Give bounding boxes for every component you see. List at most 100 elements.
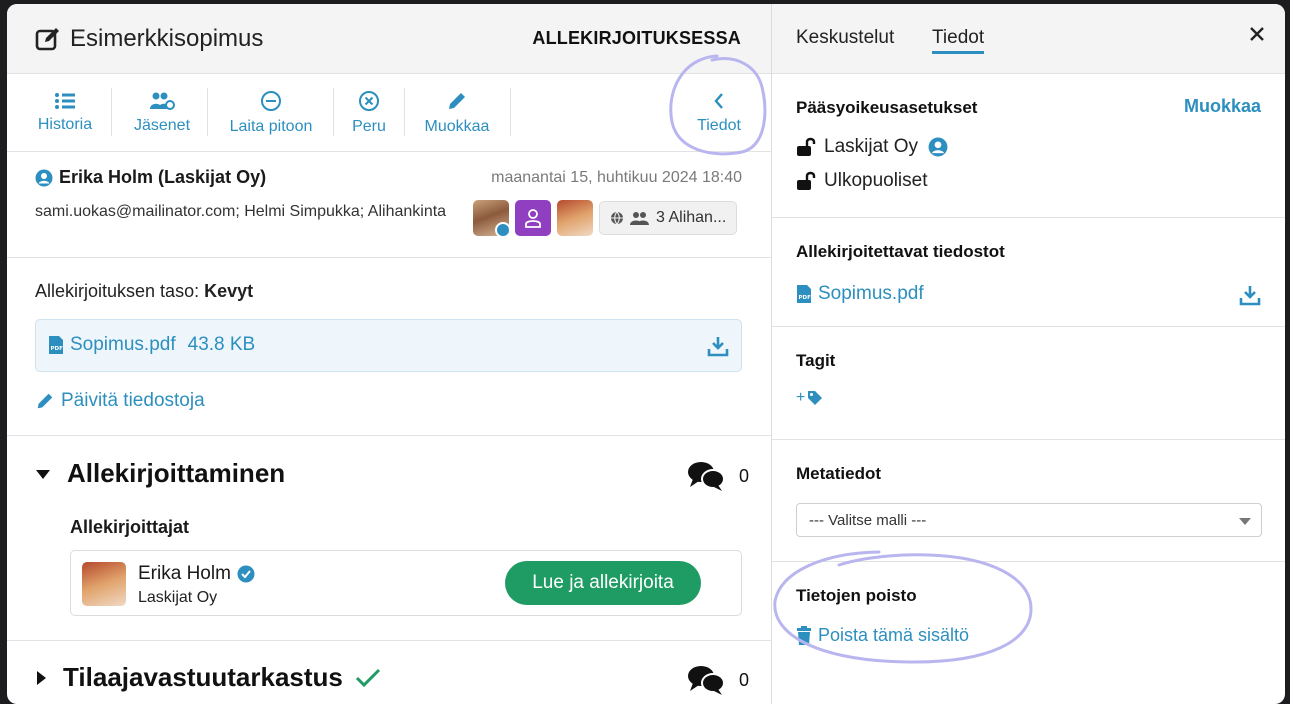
status-label: ALLEKIRJOITUKSESSA xyxy=(532,28,741,48)
put-on-hold-label: Laita pitoon xyxy=(229,118,313,135)
tag-icon xyxy=(808,391,823,405)
signer-name-row: Erika Holm xyxy=(138,563,255,585)
access-edit-link[interactable]: Muokkaa xyxy=(1184,96,1261,117)
pencil-icon xyxy=(449,93,465,109)
template-select[interactable]: --- Valitse malli --- xyxy=(796,503,1262,537)
unlock-icon xyxy=(797,137,816,156)
tags-title: Tagit xyxy=(796,351,836,370)
access-row-label: Ulkopuoliset xyxy=(824,170,928,191)
add-tag-button[interactable]: + xyxy=(796,389,823,407)
put-on-hold-button[interactable]: Laita pitoon xyxy=(223,74,319,152)
user-badge-icon xyxy=(495,222,509,236)
access-row: Ulkopuoliset xyxy=(796,170,928,192)
cancel-button[interactable]: Peru xyxy=(345,74,393,152)
file-size: 43.8 KB xyxy=(187,334,256,355)
access-settings-section: Pääsyoikeusasetukset Muokkaa Laskijat Oy… xyxy=(772,74,1285,218)
members-button[interactable]: Jäsenet xyxy=(127,74,197,152)
trash-icon xyxy=(797,625,811,645)
edit-label: Muokkaa xyxy=(424,118,490,135)
users-gear-icon xyxy=(150,92,175,110)
download-icon[interactable] xyxy=(707,335,729,362)
signer-name: Erika Holm xyxy=(138,563,231,584)
review-section-title: Tilaajavastuutarkastus xyxy=(63,662,343,692)
add-tag-label: + xyxy=(796,389,806,406)
template-select-value: --- Valitse malli --- xyxy=(809,512,927,529)
review-section-toggle[interactable]: Tilaajavastuutarkastus xyxy=(35,662,381,693)
data-deletion-section: Tietojen poisto Poista tämä sisältö xyxy=(772,562,1285,704)
globe-icon xyxy=(611,211,623,225)
details-sidebar: Keskustelut Tiedot Pääsyoikeusasetukset … xyxy=(772,4,1285,704)
history-button[interactable]: Historia xyxy=(35,74,95,152)
signer-org: Laskijat Oy xyxy=(138,589,218,606)
attached-file: PDF Sopimus.pdf 43.8 KB xyxy=(35,319,742,372)
signature-level-label: Allekirjoituksen taso: xyxy=(35,281,200,301)
pencil-icon xyxy=(37,393,53,409)
signing-section-title: Allekirjoittaminen xyxy=(67,458,286,488)
chevron-left-icon xyxy=(714,93,723,109)
toolbar-divider xyxy=(207,88,208,136)
user-outline-icon xyxy=(525,209,541,228)
review-comments[interactable]: 0 xyxy=(687,664,749,696)
download-icon[interactable] xyxy=(1239,284,1261,311)
toolbar-divider xyxy=(510,88,511,136)
minus-circle-icon xyxy=(261,91,281,111)
tab-details[interactable]: Tiedot xyxy=(932,27,985,54)
tags-section: Tagit + xyxy=(772,327,1285,440)
signature-level-value: Kevyt xyxy=(204,281,254,301)
toolbar-divider xyxy=(404,88,405,136)
signing-comments[interactable]: 0 xyxy=(687,460,749,492)
update-files-label: Päivitä tiedostoja xyxy=(61,390,205,411)
signers-label: Allekirjoittajat xyxy=(70,517,190,537)
signable-files-title: Allekirjoitettavat tiedostot xyxy=(796,242,1005,261)
metadata-section: Metatiedot --- Valitse malli --- xyxy=(772,440,1285,562)
recipients: sami.uokas@mailinator.com; Helmi Simpukk… xyxy=(35,203,447,220)
pdf-file-icon: PDF xyxy=(49,336,63,354)
delete-content-link[interactable]: Poista tämä sisältö xyxy=(796,625,969,646)
signing-section-toggle[interactable]: Allekirjoittaminen xyxy=(35,458,285,489)
edit-button[interactable]: Muokkaa xyxy=(419,74,495,152)
file-link[interactable]: PDF Sopimus.pdf 43.8 KB xyxy=(48,334,255,356)
cancel-label: Peru xyxy=(352,118,386,135)
sender: Erika Holm (Laskijat Oy) xyxy=(35,167,266,188)
access-row: Laskijat Oy xyxy=(796,136,948,158)
comments-icon xyxy=(687,462,725,491)
message-meta: Erika Holm (Laskijat Oy) maanantai 15, h… xyxy=(7,152,772,258)
signable-files-section: Allekirjoitettavat tiedostot PDF Sopimus… xyxy=(772,218,1285,327)
group-chip-label: 3 Alihan... xyxy=(656,209,727,226)
svg-text:PDF: PDF xyxy=(799,295,812,301)
access-row-label: Laskijat Oy xyxy=(824,136,918,157)
sidebar-file-link[interactable]: PDF Sopimus.pdf xyxy=(796,283,924,305)
sidebar-tabs: Keskustelut Tiedot xyxy=(772,4,1285,74)
unlock-icon xyxy=(797,171,816,190)
group-chip[interactable]: 3 Alihan... xyxy=(599,201,738,235)
details-label: Tiedot xyxy=(697,117,741,134)
chevron-down-icon xyxy=(1239,518,1251,525)
action-toolbar: Historia Jäsenet Laita pitoon Peru Muokk… xyxy=(7,74,771,152)
document-pane: Esimerkkisopimus ALLEKIRJOITUKSESSA Hist… xyxy=(7,4,772,704)
members-label: Jäsenet xyxy=(133,117,191,134)
read-and-sign-button[interactable]: Lue ja allekirjoita xyxy=(505,561,701,605)
signer-row: Erika Holm Laskijat Oy Lue ja allekirjoi… xyxy=(70,550,742,616)
users-icon xyxy=(630,212,649,225)
participant-avatars: 3 Alihan... xyxy=(473,200,738,236)
tab-conversations[interactable]: Keskustelut xyxy=(796,27,894,49)
user-circle-icon xyxy=(928,137,948,157)
avatar[interactable] xyxy=(473,200,509,236)
toolbar-divider xyxy=(111,88,112,136)
x-circle-icon xyxy=(359,91,379,111)
file-name: Sopimus.pdf xyxy=(70,334,176,355)
avatar[interactable] xyxy=(515,200,551,236)
caret-right-icon xyxy=(37,670,46,685)
list-icon xyxy=(55,93,75,109)
caret-down-icon xyxy=(36,469,50,479)
check-icon xyxy=(355,668,380,687)
section-divider xyxy=(7,640,772,641)
edit-document-icon xyxy=(35,26,61,57)
close-icon[interactable] xyxy=(1249,26,1265,47)
avatar[interactable] xyxy=(557,200,593,236)
document-title: Esimerkkisopimus xyxy=(70,25,264,52)
data-deletion-title: Tietojen poisto xyxy=(796,586,917,605)
sender-name: Erika Holm (Laskijat Oy) xyxy=(59,167,267,187)
details-toggle-button[interactable]: Tiedot xyxy=(691,74,747,152)
update-files-link[interactable]: Päivitä tiedostoja xyxy=(35,390,205,412)
